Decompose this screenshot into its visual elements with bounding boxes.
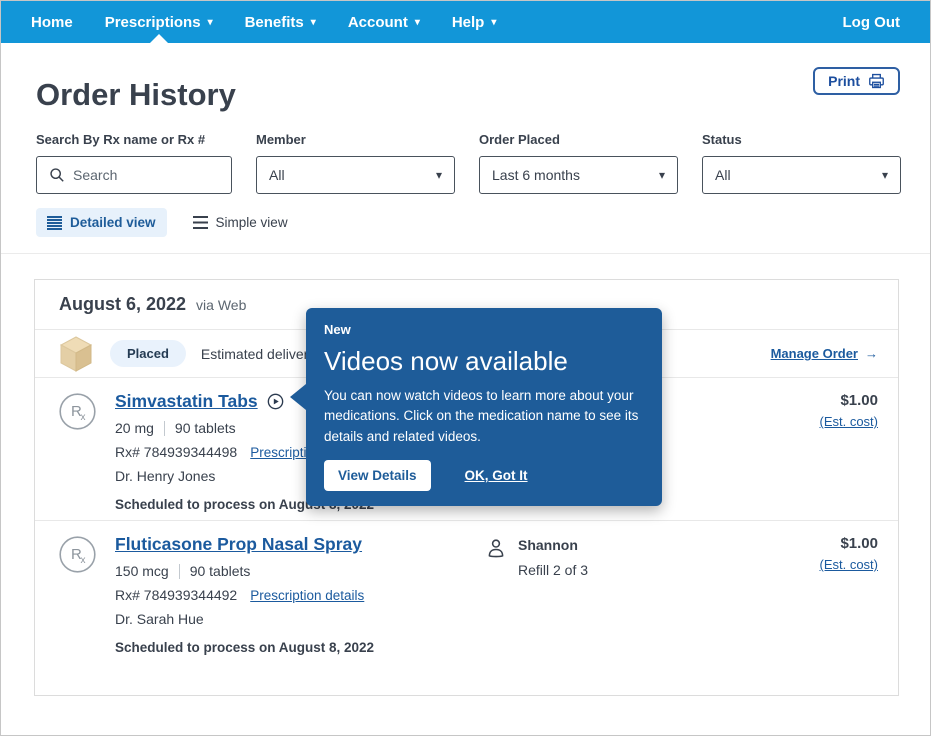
popup-body: You can now watch videos to learn more a…: [324, 386, 644, 447]
rx-icon: R x: [59, 536, 96, 578]
rx-icon: R x: [59, 393, 96, 435]
price: $1.00: [819, 392, 878, 409]
price-column: $1.00 (Est. cost): [819, 392, 878, 429]
nav-item-label: Help: [452, 14, 485, 31]
print-button[interactable]: Print: [813, 67, 900, 95]
active-nav-pointer: [150, 34, 168, 43]
filter-order-placed: Order Placed Last 6 months ▾: [479, 132, 678, 194]
order-placed-select[interactable]: Last 6 months ▾: [479, 156, 678, 194]
nav-item-prescriptions[interactable]: Prescriptions ▾: [105, 1, 213, 43]
member-value: All: [269, 167, 285, 183]
manage-order-link[interactable]: Manage Order →: [771, 346, 878, 361]
nav-item-label: Account: [348, 14, 408, 31]
popup-actions: View Details OK, Got It: [324, 460, 644, 491]
medication-name-link[interactable]: Fluticasone Prop Nasal Spray: [115, 534, 362, 555]
new-badge: New: [324, 322, 644, 337]
ok-got-it-link[interactable]: OK, Got It: [465, 468, 528, 483]
filter-search: Search By Rx name or Rx #: [36, 132, 232, 194]
refill-status: Refill 2 of 3: [518, 562, 588, 578]
popup-title: Videos now available: [324, 346, 644, 377]
member-texts: Shannon Refill 2 of 3: [518, 537, 588, 578]
svg-text:x: x: [81, 412, 86, 423]
svg-text:x: x: [81, 555, 86, 566]
detailed-view-toggle[interactable]: Detailed view: [36, 208, 167, 237]
search-input[interactable]: [73, 167, 219, 183]
chevron-down-icon: ▾: [415, 18, 420, 28]
rx-number: Rx# 784939344492: [115, 587, 237, 603]
search-box: [36, 156, 232, 194]
dose: 150 mcg: [115, 563, 169, 579]
medication-name-link[interactable]: Simvastatin Tabs: [115, 391, 258, 412]
search-icon: [49, 167, 65, 183]
quantity: 90 tablets: [175, 420, 236, 436]
rx-number-line: Rx# 784939344492 Prescription details: [115, 587, 878, 603]
prescription-details-link[interactable]: Prescription details: [250, 588, 364, 603]
view-details-button[interactable]: View Details: [324, 460, 431, 491]
quantity: 90 tablets: [190, 563, 251, 579]
price: $1.00: [819, 535, 878, 552]
status-badge: Placed: [110, 340, 186, 367]
estimated-delivery-text: Estimated deliver: [201, 346, 308, 362]
detailed-view-label: Detailed view: [70, 215, 156, 230]
nav-item-home[interactable]: Home: [31, 1, 73, 43]
nav-item-benefits[interactable]: Benefits ▾: [245, 1, 316, 43]
chevron-down-icon: ▾: [436, 168, 442, 182]
nav-item-help[interactable]: Help ▾: [452, 1, 497, 43]
status-select[interactable]: All ▾: [702, 156, 901, 194]
manage-order-label: Manage Order: [771, 346, 858, 361]
doctor-name: Dr. Sarah Hue: [115, 611, 878, 627]
popup-arrow: [290, 384, 306, 410]
search-label: Search By Rx name or Rx #: [36, 132, 232, 147]
scheduled-text: Scheduled to process on August 8, 2022: [115, 640, 878, 655]
simple-view-label: Simple view: [216, 215, 288, 230]
package-icon: [59, 336, 93, 372]
filter-member: Member All ▾: [256, 132, 455, 194]
simple-view-toggle[interactable]: Simple view: [193, 215, 288, 230]
divider: [179, 564, 180, 579]
filter-status: Status All ▾: [702, 132, 901, 194]
section-divider: [1, 253, 930, 254]
nav-item-label: Home: [31, 14, 73, 31]
printer-icon: [868, 73, 885, 89]
order-placed-label: Order Placed: [479, 132, 678, 147]
est-cost-link[interactable]: (Est. cost): [819, 414, 878, 429]
logout-button[interactable]: Log Out: [843, 1, 900, 43]
chevron-down-icon: ▾: [882, 168, 888, 182]
divider: [164, 421, 165, 436]
top-nav: Home Prescriptions ▾ Benefits ▾ Account …: [1, 1, 930, 43]
order-channel: via Web: [196, 297, 246, 313]
filters-bar: Search By Rx name or Rx # Member All ▾ O…: [36, 132, 901, 194]
member-select[interactable]: All ▾: [256, 156, 455, 194]
member-name: Shannon: [518, 537, 588, 553]
nav-item-label: Benefits: [245, 14, 304, 31]
medication-row: R x Fluticasone Prop Nasal Spray 150 mcg…: [35, 521, 898, 697]
chevron-down-icon: ▾: [659, 168, 665, 182]
video-play-icon[interactable]: [267, 393, 284, 410]
order-date: August 6, 2022: [59, 294, 186, 315]
order-placed-value: Last 6 months: [492, 167, 580, 183]
chevron-down-icon: ▾: [491, 18, 496, 28]
detailed-list-icon: [47, 216, 62, 230]
person-icon: [485, 537, 507, 578]
nav-item-account[interactable]: Account ▾: [348, 1, 420, 43]
view-toggle: Detailed view Simple view: [36, 208, 288, 237]
status-value: All: [715, 167, 731, 183]
dose: 20 mg: [115, 420, 154, 436]
member-column: Shannon Refill 2 of 3: [485, 537, 588, 578]
chevron-down-icon: ▾: [311, 18, 316, 28]
member-label: Member: [256, 132, 455, 147]
rx-number: Rx# 784939344498: [115, 444, 237, 460]
simple-list-icon: [193, 216, 208, 229]
logout-label: Log Out: [843, 14, 900, 31]
nav-item-label: Prescriptions: [105, 14, 201, 31]
price-column: $1.00 (Est. cost): [819, 535, 878, 572]
est-cost-link[interactable]: (Est. cost): [819, 557, 878, 572]
page-title: Order History: [36, 77, 236, 113]
videos-available-popup: New Videos now available You can now wat…: [306, 308, 662, 506]
chevron-down-icon: ▾: [208, 18, 213, 28]
order-history-page: Home Prescriptions ▾ Benefits ▾ Account …: [0, 0, 931, 736]
print-label: Print: [828, 73, 860, 89]
arrow-right-icon: →: [865, 346, 878, 361]
status-label: Status: [702, 132, 901, 147]
